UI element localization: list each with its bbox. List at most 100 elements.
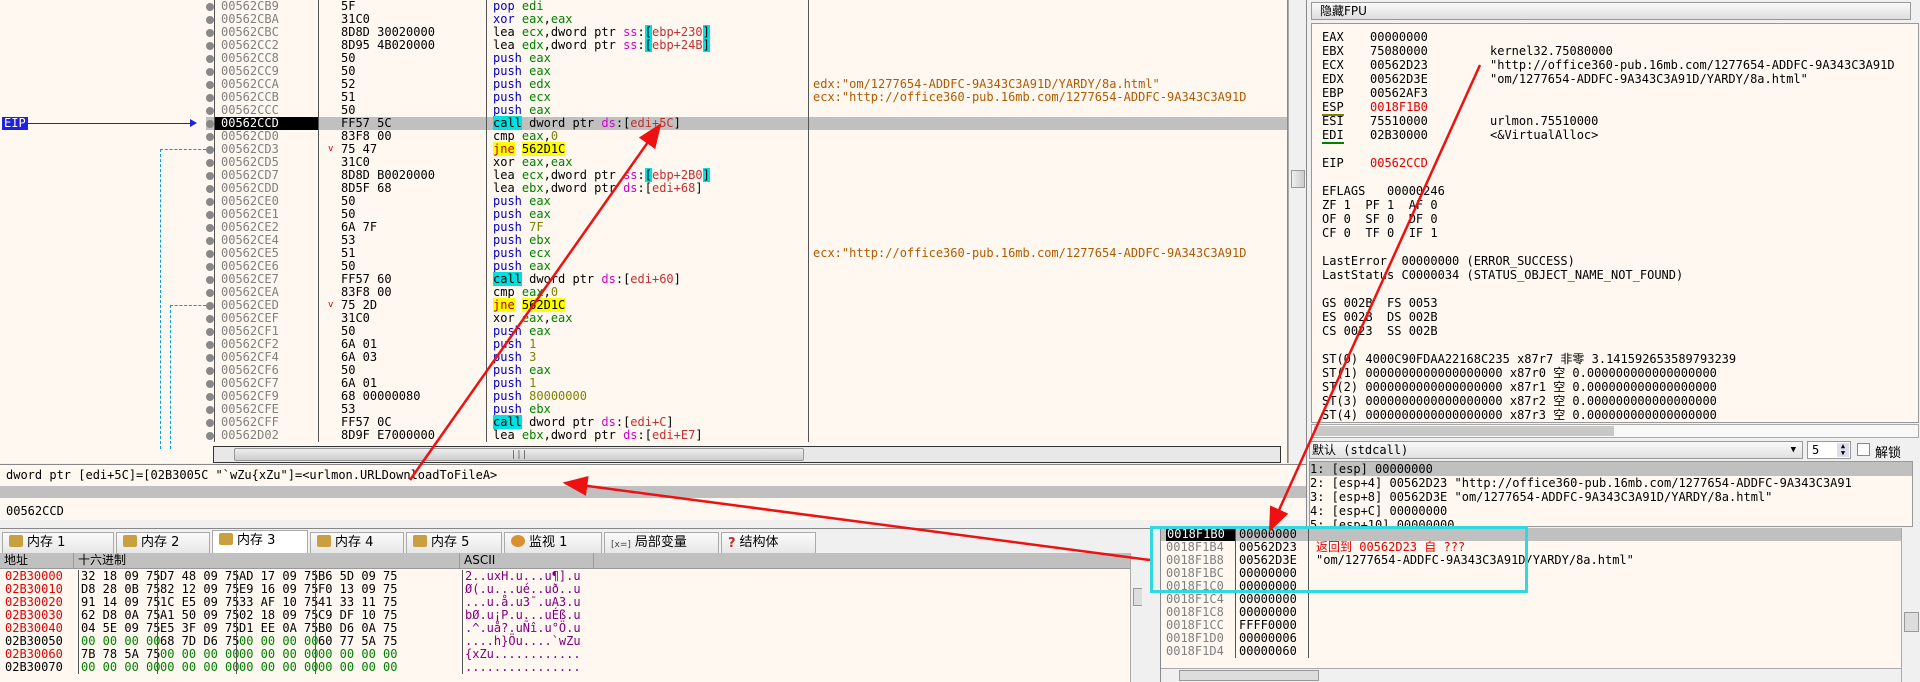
register-value[interactable]: 00562D23 [1370, 58, 1490, 72]
tab-7[interactable]: [x=] 局部变量 [604, 532, 719, 554]
disasm-row[interactable]: 00562CCA 52 push edx edx:"om/1277654-ADDFC-… [206, 78, 1287, 91]
tab-8[interactable]: ? 结构体 [721, 532, 816, 554]
disasm-row[interactable]: 00562CF9 68 00000080 push 80000000 [206, 390, 1287, 403]
hex-group[interactable]: 00 00 00 00 [157, 661, 239, 674]
stack-horizontal-scrollbar[interactable] [1161, 668, 1901, 682]
flags-line[interactable]: ZF 1 PF 1 AF 0 [1322, 198, 1438, 212]
calling-convention-select[interactable]: 默认 (stdcall) ▼ [1309, 441, 1803, 459]
breakpoint-dot[interactable] [206, 42, 214, 50]
stack-row[interactable]: 0018F1D4 00000060 [1161, 645, 1901, 658]
breakpoint-dot[interactable] [206, 250, 214, 258]
tab-2[interactable]: 内存 2 [116, 532, 210, 554]
scroll-thumb[interactable] [1314, 426, 1614, 436]
disasm-row[interactable]: 00562CC9 50 push eax [206, 65, 1287, 78]
breakpoint-dot[interactable] [206, 354, 214, 362]
breakpoint-dot[interactable] [206, 224, 214, 232]
scroll-thumb[interactable] [1291, 170, 1305, 188]
breakpoint-dot[interactable] [206, 393, 214, 401]
register-name[interactable]: EDI [1322, 128, 1370, 144]
register-name[interactable]: EAX [1322, 30, 1370, 44]
arg-count-spinner[interactable]: 5 ▲ ▼ [1807, 441, 1851, 459]
unlock-checkbox[interactable] [1857, 443, 1870, 456]
register-value[interactable]: 00562AF3 [1370, 86, 1490, 100]
stack-panel[interactable]: 0018F1B0 00000000 0018F1B4 00562D23 返回到 0056… [1160, 528, 1920, 682]
breakpoint-dot[interactable] [206, 302, 214, 310]
register-value[interactable]: 00562CCD [1370, 156, 1490, 170]
fpu-register-line[interactable]: ST(1) 0000000000000000000 x87r0 空 0.0000… [1322, 366, 1717, 380]
stack-side-scrollbar[interactable] [1142, 548, 1158, 682]
spinner-arrows-icon[interactable]: ▲ ▼ [1837, 443, 1849, 457]
scroll-thumb[interactable]: ||| [234, 448, 804, 461]
breakpoint-dot[interactable] [206, 3, 214, 11]
disasm-row[interactable]: 00562CF4 6A 03 push 3 [206, 351, 1287, 364]
breakpoint-dot[interactable] [206, 146, 214, 154]
disassembly-panel[interactable]: EIP 00562CB9 5F pop edi 00562CBA 31C0 xor eax… [0, 0, 1288, 463]
fpu-register-line[interactable]: ST(0) 4000C90FDAA22168C235 x87r7 非零 3.14… [1322, 352, 1736, 366]
disasm-vertical-scrollbar[interactable] [1288, 0, 1306, 463]
breakpoint-dot[interactable] [206, 432, 214, 440]
tab-3[interactable]: 内存 3 [212, 530, 308, 554]
column-header-ascii[interactable]: ASCII [460, 553, 594, 569]
register-value[interactable]: 0018F1B0 [1370, 100, 1490, 114]
breakpoint-dot[interactable] [206, 16, 214, 24]
call-argument-item[interactable]: 3: [esp+8] 00562D3E "om/1277654-ADDFC-9A… [1310, 490, 1912, 504]
breakpoint-dot[interactable] [206, 419, 214, 427]
tab-6[interactable]: 监视 1 [504, 532, 602, 554]
column-header-address[interactable]: 地址 [0, 553, 74, 569]
breakpoint-dot[interactable] [206, 341, 214, 349]
segment-line[interactable]: CS 0023 SS 002B [1322, 324, 1438, 338]
stack-vertical-scrollbar[interactable] [1901, 528, 1920, 682]
disasm-row[interactable]: 00562D02 8D9F E7000000 lea ebx,dword ptr d… [206, 429, 1287, 442]
hex-group[interactable]: 00 00 00 00 [315, 661, 397, 674]
breakpoint-dot[interactable] [206, 68, 214, 76]
disasm-horizontal-scrollbar[interactable]: ||| [213, 446, 1281, 463]
hide-fpu-button[interactable]: 隐藏FPU [1311, 2, 1911, 20]
tab-5[interactable]: 内存 5 [406, 532, 502, 554]
breakpoint-dot[interactable] [206, 81, 214, 89]
fpu-register-line[interactable]: ST(2) 0000000000000000000 x87r1 空 0.0000… [1322, 380, 1717, 394]
register-value[interactable]: 00562D3E [1370, 72, 1490, 86]
disasm-row[interactable]: 00562CC8 50 push eax [206, 52, 1287, 65]
register-name[interactable]: EBP [1322, 86, 1370, 100]
breakpoint-dot[interactable] [206, 237, 214, 245]
breakpoint-dot[interactable] [206, 185, 214, 193]
eflags-value[interactable]: 00000246 [1387, 184, 1445, 198]
call-argument-item[interactable]: 4: [esp+C] 00000000 [1310, 504, 1912, 518]
register-name[interactable]: ESI [1322, 114, 1370, 128]
disasm-row[interactable]: 00562CEF 31C0 xor eax,eax [206, 312, 1287, 325]
breakpoint-dot[interactable] [206, 367, 214, 375]
registers-horizontal-scrollbar[interactable] [1311, 424, 1919, 438]
tab-4[interactable]: 内存 4 [310, 532, 404, 554]
fpu-register-line[interactable]: ST(5) 0000000000000000000 x87r4 空 0.0000… [1322, 422, 1717, 423]
breakpoint-dot[interactable] [206, 94, 214, 102]
breakpoint-dot[interactable] [206, 406, 214, 414]
breakpoint-dot[interactable] [206, 328, 214, 336]
breakpoint-dot[interactable] [206, 55, 214, 63]
fpu-register-line[interactable]: ST(4) 0000000000000000000 x87r3 空 0.0000… [1322, 408, 1717, 422]
register-name[interactable]: EDX [1322, 72, 1370, 86]
memory-dump-panel[interactable]: 地址 十六进制 ASCII 02B30000 32 18 09 75D7 48 0… [0, 553, 1150, 682]
call-argument-item[interactable]: 1: [esp] 00000000 [1310, 462, 1912, 476]
column-header-hex[interactable]: 十六进制 [74, 553, 460, 569]
segment-line[interactable]: GS 002B FS 0053 [1322, 296, 1438, 310]
breakpoint-dot[interactable] [206, 211, 214, 219]
register-name[interactable]: EBX [1322, 44, 1370, 58]
flags-line[interactable]: OF 0 SF 0 DF 0 [1322, 212, 1438, 226]
register-name[interactable]: ESP [1322, 100, 1370, 116]
register-name[interactable]: ECX [1322, 58, 1370, 72]
breakpoint-dot[interactable] [206, 159, 214, 167]
disasm-row[interactable]: 00562CE4 53 push ebx [206, 234, 1287, 247]
disasm-row[interactable]: 00562CC2 8D95 4B020000 lea edx,dword ptr s… [206, 38, 1287, 52]
breakpoint-dot[interactable] [206, 120, 214, 128]
breakpoint-dot[interactable] [206, 380, 214, 388]
tab-1[interactable]: 内存 1 [2, 532, 114, 554]
scroll-thumb[interactable] [1179, 670, 1319, 681]
breakpoint-dot[interactable] [206, 29, 214, 37]
breakpoint-dot[interactable] [206, 315, 214, 323]
breakpoint-dot[interactable] [206, 133, 214, 141]
disasm-row[interactable]: 00562CE0 50 push eax [206, 195, 1287, 208]
breakpoint-dot[interactable] [206, 263, 214, 271]
breakpoint-dot[interactable] [206, 107, 214, 115]
hex-group[interactable]: 00 00 00 00 [78, 661, 160, 674]
register-value[interactable]: 75510000 [1370, 114, 1490, 128]
